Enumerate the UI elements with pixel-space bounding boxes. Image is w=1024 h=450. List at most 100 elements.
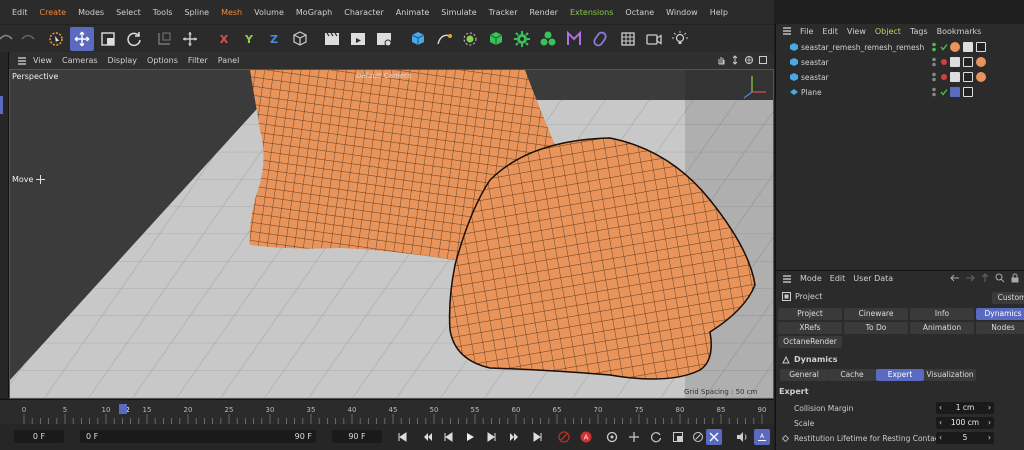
menu-help[interactable]: Help [704,8,734,17]
subtab-expert[interactable]: Expert [876,369,924,381]
render-picture-viewer-button[interactable] [346,27,370,51]
orbit-icon[interactable] [744,55,754,65]
increment-icon[interactable]: › [988,402,991,414]
menu-create[interactable]: Create [34,8,73,17]
key-param-button[interactable] [690,429,706,445]
tab-project[interactable]: Project [778,308,842,320]
attrmgr-menu-mode[interactable]: Mode [800,274,822,283]
viewport-menu-view[interactable]: View [33,56,52,65]
subtab-visualization[interactable]: Visualization [924,369,976,381]
deformer-button[interactable] [562,27,586,51]
previous-key-button[interactable] [420,429,436,445]
next-frame-button[interactable] [484,429,500,445]
texture-tag-icon[interactable] [950,87,960,97]
animation-mode-button[interactable]: A [754,429,770,445]
menu-tools[interactable]: Tools [147,8,179,17]
playhead-marker[interactable] [119,404,127,414]
menu-extensions[interactable]: Extensions [564,8,619,17]
render-settings-button[interactable] [372,27,396,51]
uv-tag-icon[interactable] [976,42,986,52]
menu-modes[interactable]: Modes [72,8,110,17]
menu-simulate[interactable]: Simulate [435,8,482,17]
decrement-icon[interactable]: ‹ [939,417,942,429]
timeline-ruler[interactable]: 05101215202530354045505560657075808590 [0,399,774,424]
viewport-menu-options[interactable]: Options [147,56,178,65]
perspective-viewport[interactable]: Perspective Default Camera Move Grid Spa… [9,69,774,399]
tab-xrefs[interactable]: XRefs [778,322,842,334]
snap-button[interactable] [152,27,176,51]
hamburger-icon[interactable] [782,274,792,284]
menu-octane[interactable]: Octane [619,8,660,17]
forward-arrow-icon[interactable] [965,273,975,283]
scale-field[interactable]: ‹ 100 cm › [936,417,994,429]
subdivision-surface-button[interactable] [458,27,482,51]
x-axis-toggle[interactable]: X [212,27,236,51]
visibility-dots-icon[interactable] [931,57,937,67]
increment-icon[interactable]: › [988,417,991,429]
tab-cineware[interactable]: Cineware [844,308,908,320]
key-position-button[interactable] [626,429,642,445]
play-button[interactable] [462,429,478,445]
preview-range-slider[interactable]: 0 F 90 F [80,430,316,443]
keyframe-selection-button[interactable] [604,429,620,445]
menu-tracker[interactable]: Tracker [483,8,524,17]
menu-mograph[interactable]: MoGraph [290,8,338,17]
rotate-tool-button[interactable] [122,27,146,51]
viewport-menu-cameras[interactable]: Cameras [62,56,98,65]
viewport-menu-display[interactable]: Display [108,56,138,65]
object-row[interactable]: seastar [776,55,1024,69]
cloner-button[interactable] [510,27,534,51]
enabled-check-icon[interactable] [940,88,948,96]
key-rotation-button[interactable] [648,429,664,445]
sound-button[interactable] [734,429,750,445]
object-row[interactable]: seastar [776,70,1024,84]
tab-todo[interactable]: To Do [844,322,908,334]
autokey-button[interactable]: A [578,429,594,445]
move-tool-button[interactable] [70,27,94,51]
viewport-menu-filter[interactable]: Filter [188,56,208,65]
tab-dynamics[interactable]: Dynamics [976,308,1024,320]
spline-pen-button[interactable] [432,27,456,51]
objmgr-menu-tags[interactable]: Tags [910,27,928,36]
z-axis-toggle[interactable]: Z [262,27,286,51]
mograph-cloner-button[interactable] [536,27,560,51]
cube-object-button[interactable] [406,27,430,51]
search-icon[interactable] [995,273,1005,283]
object-row[interactable]: Plane [776,85,1024,99]
menu-render[interactable]: Render [523,8,563,17]
decrement-icon[interactable]: ‹ [939,402,942,414]
objmgr-menu-object[interactable]: Object [875,27,901,36]
material-tag-icon[interactable] [950,42,960,52]
tab-octanerender[interactable]: OctaneRender [778,336,842,348]
record-button[interactable] [556,429,572,445]
preset-dropdown[interactable]: Custom [992,292,1024,304]
objmgr-menu-view[interactable]: View [847,27,866,36]
key-scale-button[interactable] [670,429,686,445]
go-to-end-button[interactable] [530,429,546,445]
subtab-cache[interactable]: Cache [828,369,876,381]
visibility-dots-icon[interactable] [931,42,937,52]
uv-tag-icon[interactable] [963,57,973,67]
menu-mesh[interactable]: Mesh [215,8,248,17]
menu-select[interactable]: Select [110,8,147,17]
decrement-icon[interactable]: ‹ [939,432,942,444]
light-button[interactable] [668,27,692,51]
material-tag-icon[interactable] [976,57,986,67]
mode-indicator[interactable] [0,96,3,114]
live-selection-button[interactable] [44,27,68,51]
objmgr-menu-edit[interactable]: Edit [822,27,838,36]
start-frame-field[interactable]: 0 F [14,430,64,443]
up-arrow-icon[interactable] [980,273,990,283]
disabled-x-icon[interactable] [940,58,948,66]
tab-info[interactable]: Info [910,308,974,320]
viewport-layout-button[interactable] [616,27,640,51]
go-to-start-button[interactable] [394,429,410,445]
redo-button[interactable] [16,27,40,51]
disabled-x-icon[interactable] [940,73,948,81]
menu-character[interactable]: Character [338,8,390,17]
lock-icon[interactable] [1010,273,1020,283]
visibility-dots-icon[interactable] [931,72,937,82]
enabled-check-icon[interactable] [940,43,948,51]
transform-button[interactable] [178,27,202,51]
menu-edit[interactable]: Edit [6,8,34,17]
